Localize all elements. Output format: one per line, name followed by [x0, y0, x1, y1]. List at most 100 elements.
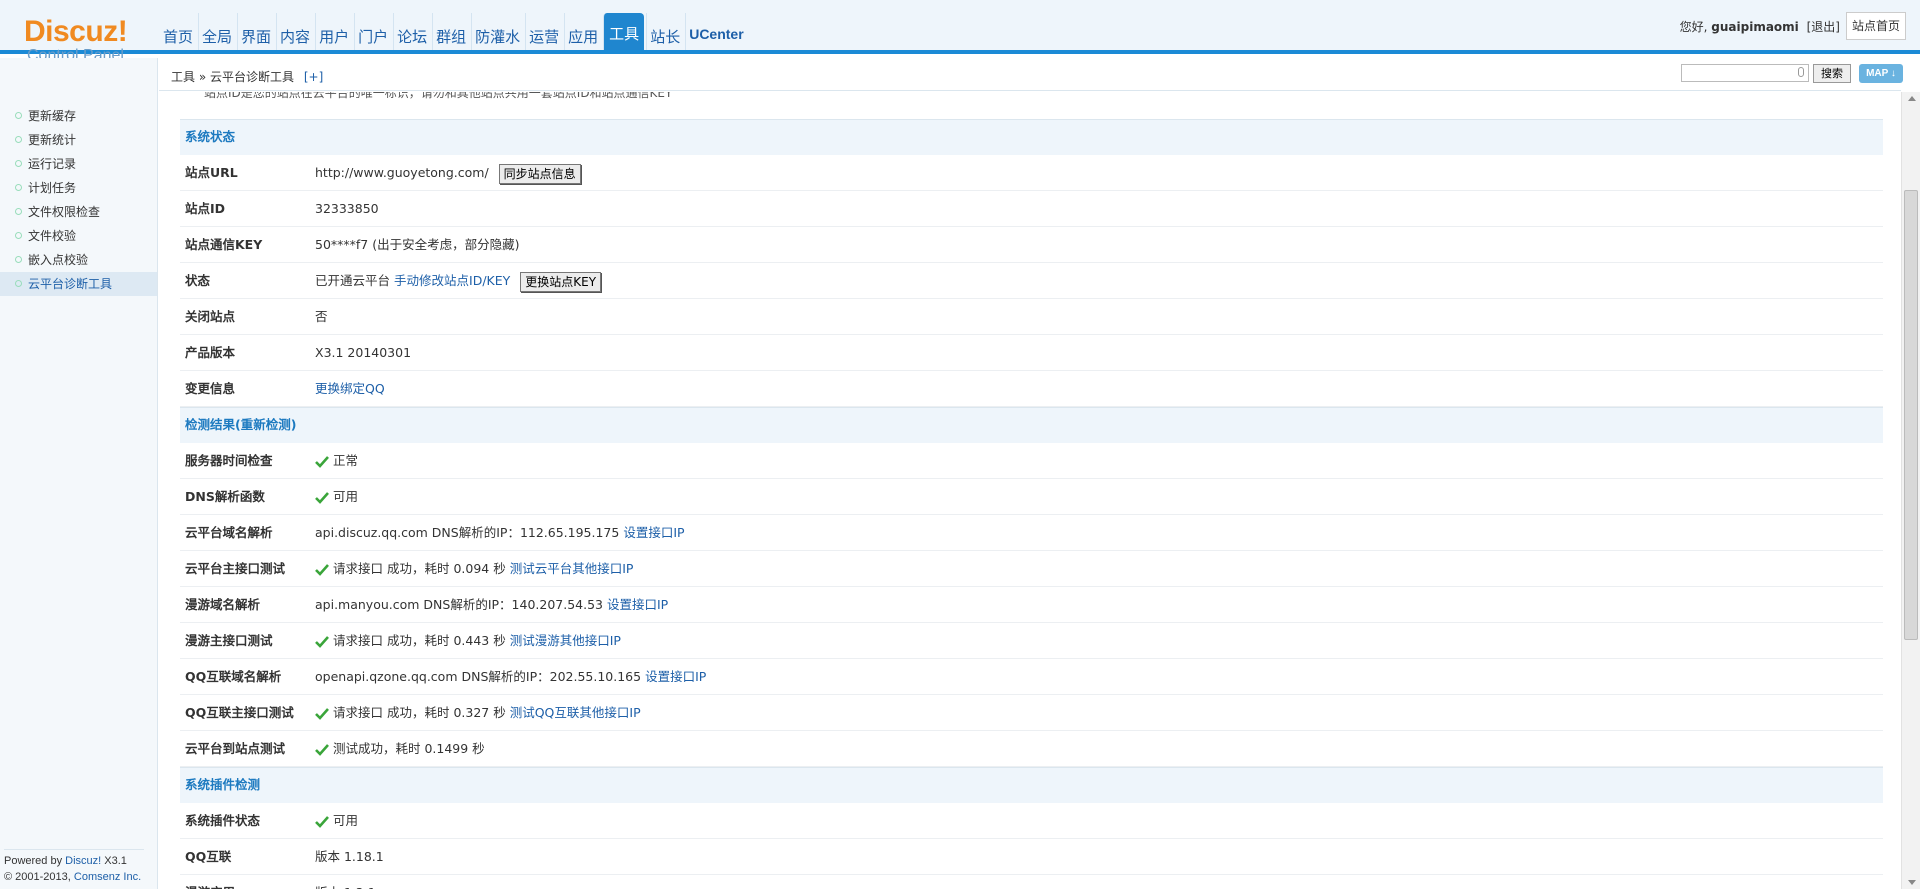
- version-value: X3.1 20140301: [315, 345, 412, 360]
- nav-global[interactable]: 全局: [198, 13, 235, 50]
- sidebar-item-filecheck[interactable]: 文件校验: [0, 224, 157, 248]
- test-cloud-ip-link[interactable]: 测试云平台其他接口IP: [510, 561, 634, 576]
- nav-portal[interactable]: 门户: [354, 13, 391, 50]
- sidebar-item-label: 云平台诊断工具: [28, 277, 113, 291]
- sidebar-item-label: 运行记录: [28, 157, 77, 171]
- nav-plugin[interactable]: 应用: [564, 13, 601, 50]
- breadcrumb-separator: »: [198, 70, 207, 84]
- comsenz-link[interactable]: Comsenz Inc.: [74, 871, 141, 883]
- scroll-up-icon[interactable]: [1908, 96, 1916, 101]
- search-input[interactable]: [1681, 64, 1809, 82]
- label: 站点URL: [185, 165, 238, 180]
- label: 漫游应用: [185, 875, 235, 889]
- label: 漫游主接口测试: [185, 633, 273, 648]
- set-ip-link[interactable]: 设置接口IP: [607, 597, 668, 612]
- map-button[interactable]: MAP ↓: [1859, 64, 1903, 83]
- label: 站点ID: [185, 201, 226, 216]
- label: 站点通信KEY: [185, 237, 263, 252]
- sidebar-item-label: 文件校验: [28, 229, 77, 243]
- label: QQ互联主接口测试: [185, 705, 294, 720]
- user-bar: 您好, guaipimaomi [退出]: [1680, 18, 1840, 35]
- status-text: 正常: [333, 453, 359, 468]
- scrollbar-thumb[interactable]: [1904, 190, 1918, 640]
- sidebar-item-cloud-diag[interactable]: 云平台诊断工具: [0, 272, 157, 296]
- nav-user[interactable]: 用户: [315, 13, 352, 50]
- logout-link[interactable]: [退出]: [1807, 20, 1840, 34]
- label: 关闭站点: [185, 309, 236, 324]
- nav-tools[interactable]: 工具: [603, 13, 645, 50]
- section-system-status: 系统状态: [180, 119, 1883, 155]
- row-state: 状态 已开通云平台 手动修改站点ID/KEY 更换站点KEY: [180, 263, 1883, 299]
- value: 更换绑定QQ: [315, 371, 385, 406]
- value: 请求接口 成功，耗时 0.327 秒测试QQ互联其他接口IP: [315, 695, 641, 730]
- breadcrumb-bar: 工具 » 云平台诊断工具 [+] 搜索 MAP ↓: [159, 58, 1903, 91]
- nav-home[interactable]: 首页: [160, 13, 196, 50]
- greeting: 您好,: [1679, 20, 1708, 34]
- check-icon: [315, 707, 329, 720]
- sidebar-item-logs[interactable]: 运行记录: [0, 152, 157, 176]
- nav-founder[interactable]: 站长: [646, 13, 683, 50]
- sidebar: 更新缓存 更新统计 运行记录 计划任务 文件权限检查 文件校验 嵌入点校验 云平…: [0, 58, 158, 889]
- nav-safe[interactable]: 防灌水: [471, 13, 523, 50]
- check-icon: [315, 635, 329, 648]
- microphone-icon[interactable]: [1798, 67, 1804, 77]
- nav-extended[interactable]: 运营: [525, 13, 562, 50]
- bullet-icon: [15, 280, 22, 287]
- status-text: api.manyou.com DNS解析的IP：140.207.54.53: [315, 597, 603, 612]
- status-text: 可用: [333, 813, 359, 828]
- site-url: http://www.guoyetong.com/: [315, 165, 489, 180]
- bullet-icon: [15, 256, 22, 263]
- status-text: api.discuz.qq.com DNS解析的IP：112.65.195.17…: [315, 525, 620, 540]
- status-text: 请求接口 成功，耗时 0.327 秒: [333, 705, 506, 720]
- site-home-button[interactable]: 站点首页: [1846, 12, 1906, 40]
- sidebar-item-cron[interactable]: 计划任务: [0, 176, 157, 200]
- edit-id-key-link[interactable]: 手动修改站点ID/KEY: [394, 273, 510, 288]
- label: QQ互联: [185, 849, 232, 864]
- discuz-link[interactable]: Discuz!: [65, 855, 101, 867]
- add-shortcut-link[interactable]: [+]: [304, 70, 323, 84]
- row-dns-function: DNS解析函数 可用: [180, 479, 1883, 515]
- change-key-button[interactable]: 更换站点KEY: [520, 271, 602, 292]
- set-ip-link[interactable]: 设置接口IP: [623, 525, 684, 540]
- label: 云平台到站点测试: [185, 741, 286, 756]
- value: openapi.qzone.qq.com DNS解析的IP：202.55.10.…: [315, 659, 706, 694]
- breadcrumb-current: 云平台诊断工具: [210, 70, 295, 84]
- main-content: 站点ID是您的站点在云平台的唯一标识，请勿和其他站点共用一套站点ID和站点通信K…: [180, 92, 1883, 889]
- row-manyou-api: 漫游主接口测试 请求接口 成功，耗时 0.443 秒测试漫游其他接口IP: [180, 623, 1883, 659]
- sidebar-item-label: 更新缓存: [28, 109, 77, 123]
- value: api.manyou.com DNS解析的IP：140.207.54.53 设置接…: [315, 587, 668, 622]
- breadcrumb: 工具 » 云平台诊断工具 [+]: [171, 68, 323, 85]
- sync-site-button[interactable]: 同步站点信息: [498, 163, 581, 184]
- check-icon: [315, 455, 329, 468]
- search-button[interactable]: 搜索: [1813, 64, 1851, 83]
- close-value: 否: [315, 309, 328, 324]
- nav-content[interactable]: 内容: [276, 13, 313, 50]
- version-text: X3.1: [104, 855, 127, 867]
- test-qq-ip-link[interactable]: 测试QQ互联其他接口IP: [510, 705, 641, 720]
- section-check-results[interactable]: 检测结果(重新检测): [180, 407, 1883, 443]
- site-key: 50****f7 (出于安全考虑，部分隐藏): [315, 237, 520, 252]
- set-ip-link[interactable]: 设置接口IP: [645, 669, 706, 684]
- sidebar-item-counter[interactable]: 更新统计: [0, 128, 157, 152]
- bullet-icon: [15, 208, 22, 215]
- nav-forum[interactable]: 论坛: [393, 13, 430, 50]
- scroll-down-icon[interactable]: [1908, 880, 1916, 885]
- value: 可用: [315, 479, 358, 514]
- change-qq-link[interactable]: 更换绑定QQ: [315, 381, 385, 396]
- sidebar-item-fileperms[interactable]: 文件权限检查: [0, 200, 157, 224]
- vertical-scrollbar[interactable]: [1901, 92, 1920, 889]
- row-qq-connect: QQ互联 版本 1.18.1: [180, 839, 1883, 875]
- map-label: MAP: [1866, 68, 1889, 79]
- test-manyou-ip-link[interactable]: 测试漫游其他接口IP: [510, 633, 621, 648]
- sidebar-item-label: 文件权限检查: [28, 205, 101, 219]
- bullet-icon: [15, 232, 22, 239]
- check-icon: [315, 491, 329, 504]
- row-site-key: 站点通信KEY 50****f7 (出于安全考虑，部分隐藏): [180, 227, 1883, 263]
- nav-ucenter[interactable]: UCenter: [685, 13, 746, 50]
- check-icon: [315, 743, 329, 756]
- nav-group[interactable]: 群组: [432, 13, 469, 50]
- sidebar-item-cache[interactable]: 更新缓存: [0, 104, 157, 128]
- row-next-plugin: 漫游应用 版本 1.2.1: [180, 875, 1883, 889]
- nav-style[interactable]: 界面: [237, 13, 274, 50]
- sidebar-item-hookcheck[interactable]: 嵌入点校验: [0, 248, 157, 272]
